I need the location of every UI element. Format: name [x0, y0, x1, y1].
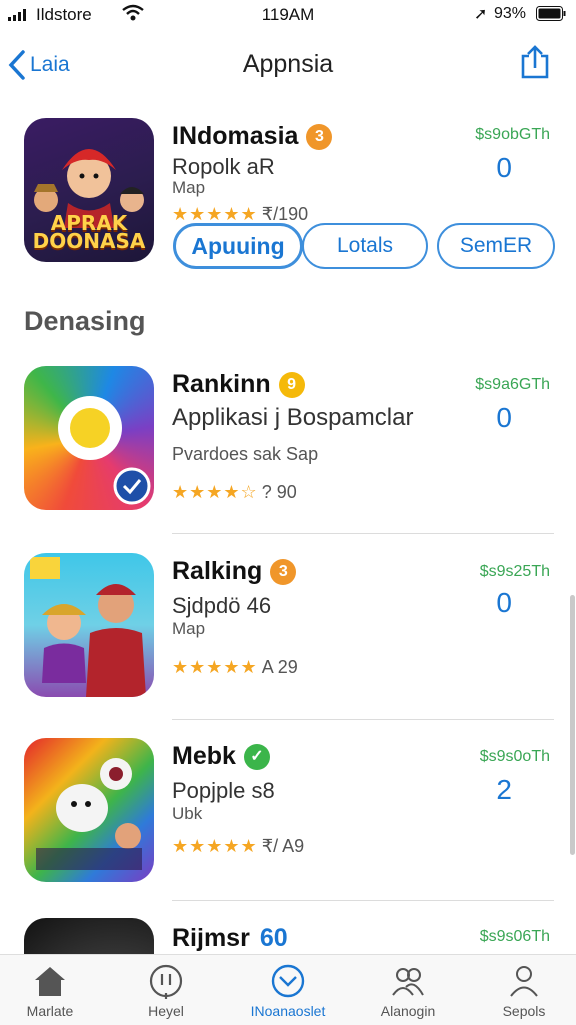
- tab-button-primary[interactable]: Apuuing: [173, 223, 303, 269]
- rating-count: ₹/ A9: [261, 836, 305, 856]
- get-count[interactable]: 0: [496, 587, 512, 619]
- app-subtitle: Sjdpdö 46: [172, 593, 272, 618]
- verified-badge-icon: ✓: [243, 744, 270, 770]
- ring-logo-icon: [58, 396, 151, 505]
- app-price: $s9s0oTh: [479, 748, 550, 765]
- divider: [172, 719, 554, 720]
- app-name: INdomasia 3: [172, 122, 333, 151]
- tab-people[interactable]: Alanogin: [358, 955, 458, 1025]
- battery-icon: [536, 6, 566, 21]
- nav-bar: Laia Appnsia: [0, 30, 576, 100]
- app-name: Ralking 3: [172, 557, 297, 586]
- app-name: Rijmsr 60: [172, 924, 288, 952]
- get-count[interactable]: 2: [496, 774, 512, 806]
- tab-button-secondary[interactable]: Lotals: [302, 223, 428, 269]
- share-icon[interactable]: [518, 44, 552, 80]
- rank-badge: 9: [278, 372, 305, 398]
- list-item[interactable]: Ralking 3 Sjdpdö 46 Map ★★★★★ A 29 $s9s25T…: [0, 553, 576, 703]
- status-bar: Ildstore 119AM ➚ 93%: [0, 0, 576, 30]
- list-item[interactable]: Rankinn 9 Applikasi j Bospamclar Pvardoes…: [0, 366, 576, 526]
- app-price: $s9s25Th: [479, 563, 550, 580]
- tab-active[interactable]: INoanaoslet: [238, 955, 338, 1025]
- get-count[interactable]: 0: [496, 152, 512, 184]
- status-time: 119AM: [261, 5, 315, 24]
- app-name: Mebk ✓: [172, 742, 270, 771]
- app-subtitle: Applikasi j Bospamclar: [172, 404, 414, 431]
- chevron-circle-icon: [271, 964, 305, 998]
- rating-stars: ★★★★★ ₹/190: [172, 204, 309, 224]
- app-subtitle: Popjple s8: [172, 778, 275, 803]
- divider: [172, 533, 554, 534]
- app-icon[interactable]: [24, 738, 154, 882]
- location-icon: ➚: [474, 6, 488, 23]
- tab-home[interactable]: Marlate: [0, 955, 100, 1025]
- app-name: Rankinn 9: [172, 370, 305, 399]
- tab-button-tertiary[interactable]: SemER: [437, 223, 555, 269]
- app-category: Map: [172, 178, 206, 197]
- app-category: Pvardoes sak Sap: [172, 444, 319, 464]
- divider: [172, 900, 554, 901]
- icon-title-text: APRAK DOONASA: [32, 211, 146, 253]
- page-title: Appnsia: [242, 50, 334, 78]
- rating-stars: ★★★★☆? 90: [172, 482, 297, 502]
- section-title: Denasing: [24, 306, 146, 336]
- scrollbar[interactable]: [570, 595, 575, 855]
- people-icon: [392, 968, 424, 996]
- rating-stars: ★★★★★ A 29: [172, 657, 298, 677]
- tab-heyel[interactable]: Heyel: [116, 955, 216, 1025]
- app-icon[interactable]: [24, 366, 154, 510]
- app-price: $s9s06Th: [479, 928, 550, 945]
- get-count[interactable]: 0: [496, 402, 512, 434]
- rank-badge: 3: [306, 124, 333, 150]
- tab-bar: Marlate Heyel INoanaoslet Alanogin Sepol…: [0, 954, 576, 1025]
- app-price: $s9obGTh: [475, 126, 550, 143]
- app-price: $s9a6GTh: [475, 376, 550, 393]
- app-icon[interactable]: [24, 918, 154, 954]
- app-icon[interactable]: [24, 553, 154, 697]
- list-item[interactable]: Mebk ✓ Popjple s8 Ubk ★★★★★ ₹/ A9 $s9s0oTh…: [0, 738, 576, 888]
- app-category: Ubk: [172, 804, 203, 823]
- rank-badge: 3: [270, 559, 297, 585]
- app-subtitle: Ropolk aR: [172, 154, 275, 179]
- list-item[interactable]: Rijmsr 60 $s9s06Th: [0, 918, 576, 954]
- battery-percent: 93%: [494, 5, 527, 22]
- app-category: Map: [172, 619, 206, 638]
- person-icon: [510, 966, 538, 997]
- sticker-icon: [149, 964, 183, 999]
- rank-badge: 60: [259, 924, 288, 952]
- tab-profile[interactable]: Sepols: [474, 955, 574, 1025]
- rating-count: A 29: [261, 657, 298, 677]
- rating-count: ₹/190: [261, 204, 309, 224]
- rating-stars: ★★★★★ ₹/ A9: [172, 836, 305, 856]
- mascot-icon: [36, 758, 142, 870]
- rating-count: ? 90: [261, 482, 297, 502]
- home-icon: [35, 967, 65, 996]
- app-icon[interactable]: APRAK DOONASA: [24, 118, 154, 262]
- game-character-icon: [30, 557, 146, 697]
